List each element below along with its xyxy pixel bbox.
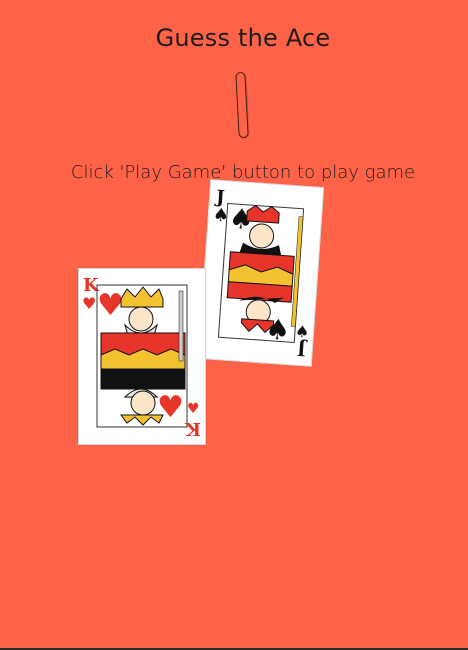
heart-icon: ♥ xyxy=(97,288,124,323)
card-rank-bottom: K xyxy=(184,418,201,439)
spade-icon: ♠ xyxy=(264,312,291,347)
heart-icon: ♥ xyxy=(82,294,96,313)
play-game-button[interactable] xyxy=(235,71,249,139)
heart-icon: ♥ xyxy=(187,401,200,417)
jack-of-spades-card[interactable]: J ♠ ♠ ♠ ♠ J xyxy=(197,179,325,367)
king-of-hearts-card[interactable]: K ♥ ♥ ♥ ♥ K xyxy=(78,268,206,445)
card-rank-bottom: J xyxy=(297,338,309,360)
instruction-message: Click 'Play Game' button to play game xyxy=(70,162,416,183)
heart-icon: ♥ xyxy=(157,390,184,425)
game-title: Guess the Ace xyxy=(155,24,331,52)
